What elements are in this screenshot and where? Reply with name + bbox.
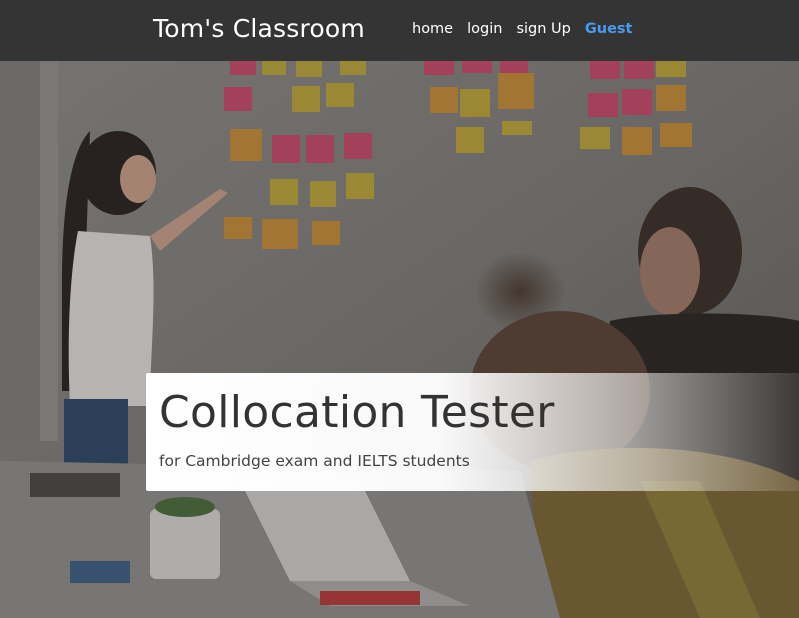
- nav-link-guest[interactable]: Guest: [585, 21, 633, 37]
- nav-link-home[interactable]: home: [412, 21, 453, 37]
- classroom-photo: [0, 61, 799, 618]
- hero-title-card: Collocation Tester for Cambridge exam an…: [146, 373, 799, 491]
- hero-subtitle: for Cambridge exam and IELTS students: [159, 452, 470, 470]
- page: Tom's Classroom home login sign Up Guest: [0, 0, 799, 618]
- nav-link-login[interactable]: login: [467, 21, 502, 37]
- brand-link[interactable]: Tom's Classroom: [153, 14, 365, 43]
- hero-image: [0, 61, 799, 618]
- hero-title: Collocation Tester: [159, 387, 555, 438]
- nav-links: home login sign Up Guest: [412, 21, 632, 37]
- nav-link-sign-up[interactable]: sign Up: [516, 21, 570, 37]
- navbar: Tom's Classroom home login sign Up Guest: [0, 0, 799, 61]
